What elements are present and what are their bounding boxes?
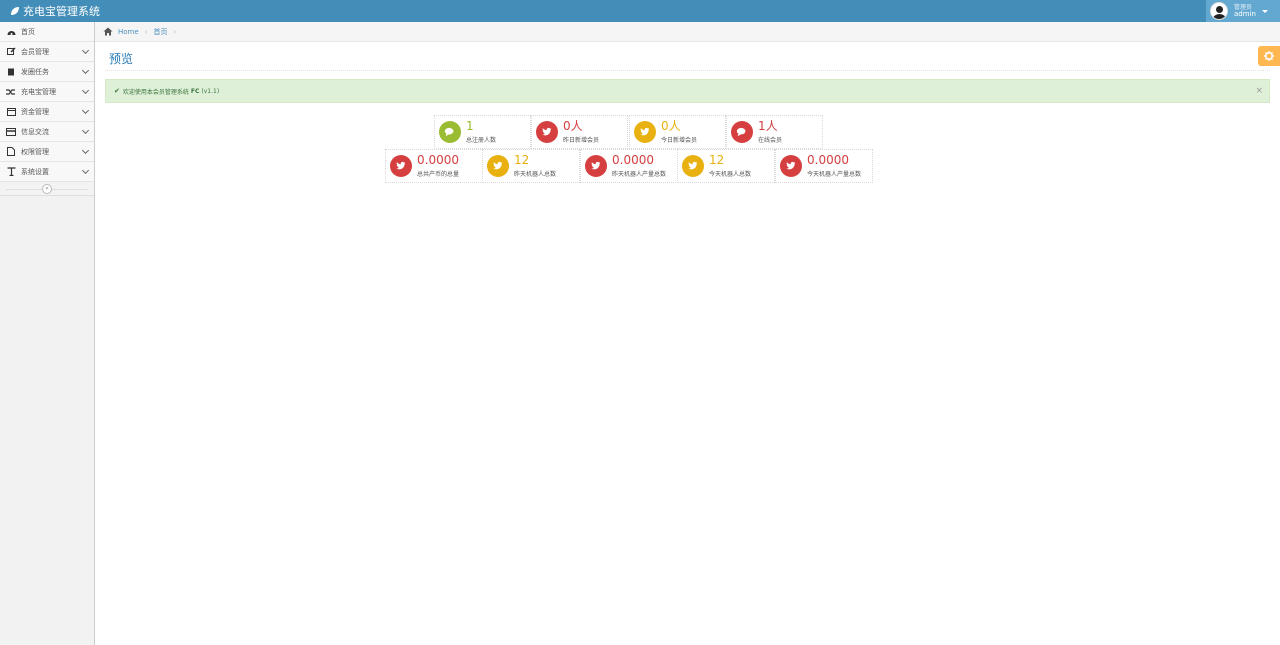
stat-infobox: 0.0000 今天机器人产量总数 <box>775 149 873 183</box>
sidebar-item-funds[interactable]: 资金管理 <box>0 102 94 122</box>
caret-down-icon <box>1261 9 1268 13</box>
stat-value: 12 <box>514 153 530 167</box>
stat-value: 0.0000 <box>612 153 654 167</box>
gear-icon <box>1264 51 1274 61</box>
stat-infobox: 12 今天机器人总数 <box>677 149 775 183</box>
stat-value: 1 <box>466 119 474 133</box>
breadcrumb-separator: › <box>173 27 177 36</box>
stat-label: 昨天机器人总数 <box>514 171 557 178</box>
sidebar-item-label: 会员管理 <box>21 47 49 56</box>
sidebar-item-home[interactable]: 首页 <box>0 22 94 42</box>
page-header: 预览 <box>105 47 1270 71</box>
stat-value: 0.0000 <box>807 153 849 167</box>
chevron-down-icon <box>81 66 90 75</box>
book-icon <box>6 67 16 77</box>
stat-label: 今天机器人总数 <box>709 171 752 178</box>
twitter-icon <box>634 121 656 143</box>
settings-button[interactable] <box>1258 46 1280 66</box>
user-name: admin <box>1234 10 1256 18</box>
breadcrumb-separator: › <box>144 27 148 36</box>
chevron-down-icon <box>81 86 90 95</box>
comments-icon <box>439 121 461 143</box>
sidebar-item-permissions[interactable]: 权限管理 <box>0 142 94 162</box>
calendar-icon <box>6 107 16 117</box>
twitter-icon <box>780 155 802 177</box>
stat-label: 昨日新增会员 <box>563 137 600 144</box>
home-icon <box>103 27 113 36</box>
sidebar-item-label: 资金管理 <box>21 107 49 116</box>
app-brand[interactable]: 充电宝管理系统 <box>10 3 100 19</box>
avatar <box>1210 2 1228 20</box>
sidebar-item-label: 发圈任务 <box>21 67 49 76</box>
app-title: 充电宝管理系统 <box>23 5 100 18</box>
stat-infobox: 0人今日新增会员 <box>629 115 726 149</box>
chevron-down-icon <box>81 106 90 115</box>
close-icon[interactable]: × <box>1255 86 1263 96</box>
chevron-down-icon <box>81 126 90 135</box>
twitter-icon <box>390 155 412 177</box>
sidebar-item-label: 信息交流 <box>21 127 49 136</box>
twitter-icon <box>585 155 607 177</box>
leaf-icon <box>11 7 19 15</box>
stat-label: 在线会员 <box>758 137 783 144</box>
random-icon <box>6 87 16 97</box>
stat-infobox: 1人在线会员 <box>726 115 823 149</box>
stat-label: 昨天机器人产量总数 <box>612 171 667 178</box>
sidebar-item-powerbank[interactable]: 充电宝管理 <box>0 82 94 102</box>
stat-value: 12 <box>709 153 725 167</box>
sidebar-collapse-bar: « <box>0 182 94 196</box>
comments-icon <box>731 121 753 143</box>
file-icon <box>6 147 16 157</box>
sidebar-item-label: 首页 <box>21 27 35 36</box>
sidebar-item-label: 充电宝管理 <box>21 87 56 96</box>
user-menu[interactable]: 管理员 admin <box>1206 0 1280 22</box>
chevron-down-icon <box>81 166 90 175</box>
stat-infobox: 1 总注册人数 <box>434 115 531 149</box>
stat-infobox: 0人昨日新增会员 <box>531 115 628 149</box>
twitter-icon <box>536 121 558 143</box>
edit-icon <box>6 47 16 57</box>
stat-label: 总注册人数 <box>466 137 497 144</box>
sidebar-item-members[interactable]: 会员管理 <box>0 42 94 62</box>
card-icon <box>6 127 16 137</box>
alert-version: (v1.1) <box>201 87 220 95</box>
sidebar-item-label: 系统设置 <box>21 167 49 176</box>
welcome-alert: ✔ 欢迎使用本会员管理系统 FC (v1.1) × <box>105 79 1270 103</box>
breadcrumb-current-link[interactable]: 首页 <box>153 27 167 37</box>
stat-label: 总共产币的总量 <box>417 171 460 178</box>
top-navbar: 充电宝管理系统 管理员 admin <box>0 0 1280 22</box>
text-icon <box>6 167 16 177</box>
sidebar-item-settings[interactable]: 系统设置 <box>0 162 94 182</box>
chevron-down-icon <box>81 146 90 155</box>
stat-infobox: 12 昨天机器人总数 <box>482 149 580 183</box>
page-title: 预览 <box>109 52 134 66</box>
stat-value: 1人 <box>758 119 778 133</box>
collapse-sidebar-button[interactable]: « <box>42 184 52 194</box>
check-icon: ✔ <box>114 87 120 95</box>
sidebar-item-tasks[interactable]: 发圈任务 <box>0 62 94 82</box>
sidebar: 首页 会员管理 发圈任务 充电宝管理 资金管理 信息交流 权限管理 系统设置 « <box>0 22 95 645</box>
stat-label: 今天机器人产量总数 <box>807 171 862 178</box>
stat-label: 今日新增会员 <box>661 137 698 144</box>
stat-value: 0.0000 <box>417 153 459 167</box>
alert-text: 欢迎使用本会员管理系统 <box>122 88 189 96</box>
twitter-icon <box>487 155 509 177</box>
stat-value: 0人 <box>661 119 681 133</box>
twitter-icon <box>682 155 704 177</box>
sidebar-item-label: 权限管理 <box>21 147 49 156</box>
breadcrumb-home-link[interactable]: Home <box>118 28 139 36</box>
stat-value: 0人 <box>563 119 583 133</box>
chevron-down-icon <box>81 46 90 55</box>
stat-infobox: 0.0000 总共产币的总量 <box>385 149 483 183</box>
sidebar-item-messages[interactable]: 信息交流 <box>0 122 94 142</box>
stat-infobox: 0.0000 昨天机器人产量总数 <box>580 149 678 183</box>
dashboard-icon <box>6 27 16 37</box>
alert-strong: FC <box>190 87 200 95</box>
breadcrumb: Home › 首页 › <box>95 22 1280 42</box>
